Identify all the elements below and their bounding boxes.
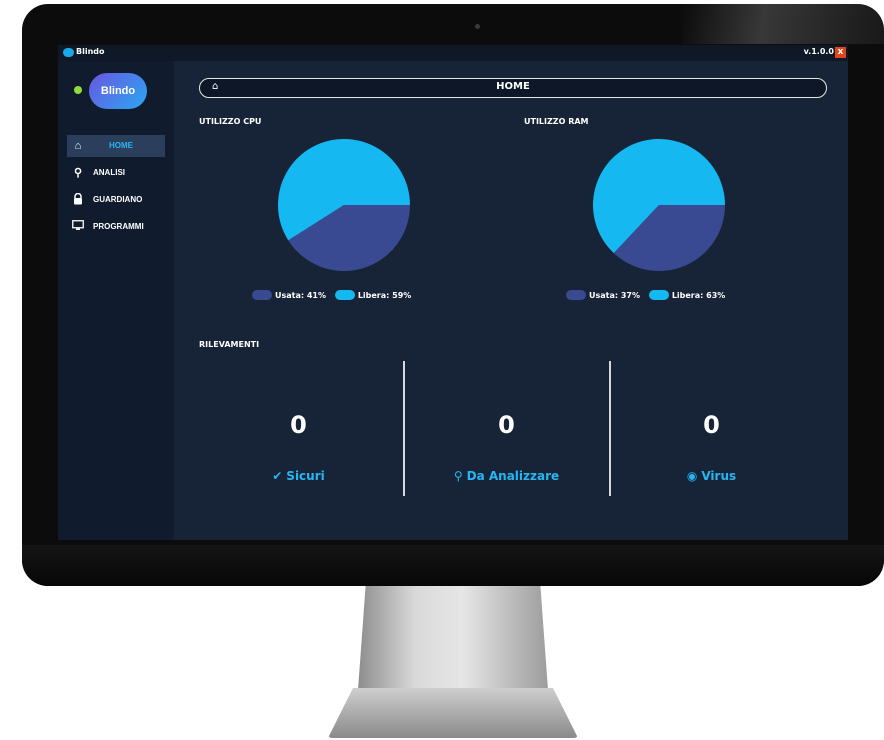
cpu-title: UTILIZZO CPU xyxy=(199,117,262,126)
page-header: ⌂ HOME xyxy=(199,78,827,98)
search-icon: ⚲ xyxy=(453,469,463,483)
screen-glare xyxy=(682,4,884,44)
app-icon xyxy=(63,48,74,57)
sidebar-item-analisi[interactable]: ⚲ ANALISI xyxy=(67,162,165,184)
ram-legend: Usata: 37% Libera: 63% xyxy=(566,290,731,300)
cpu-pie-chart xyxy=(278,139,410,271)
legend-used-swatch xyxy=(566,290,586,300)
ram-free-label: Libera: 63% xyxy=(671,290,726,300)
monitor-stand xyxy=(358,586,548,690)
pending-link[interactable]: ⚲ Da Analizzare xyxy=(409,469,604,483)
monitor-chin xyxy=(22,545,884,586)
monitor-icon xyxy=(71,220,85,234)
virus-link[interactable]: ◉ Virus xyxy=(614,469,809,483)
ram-title: UTILIZZO RAM xyxy=(524,117,589,126)
pending-count: 0 xyxy=(498,411,515,439)
window-title: Blindo xyxy=(76,47,105,56)
divider xyxy=(609,361,611,496)
detections-title: RILEVAMENTI xyxy=(199,340,260,349)
virus-count: 0 xyxy=(703,411,720,439)
page-title: HOME xyxy=(496,81,530,92)
legend-free-swatch xyxy=(334,290,355,300)
legend-free-swatch xyxy=(648,290,669,300)
shield-check-icon: ✔ xyxy=(272,469,283,483)
lock-icon xyxy=(71,192,85,207)
sidebar-item-label: PROGRAMMI xyxy=(93,222,144,231)
divider xyxy=(403,361,405,496)
legend-used-swatch xyxy=(252,290,272,300)
ram-pie-chart xyxy=(593,139,725,271)
safe-label: Sicuri xyxy=(286,469,325,483)
logo: Blindo xyxy=(89,73,147,109)
version-label: v.1.0.0 xyxy=(803,47,834,56)
virus-shield-icon: ◉ xyxy=(686,469,698,483)
app-window: Blindo v.1.0.0 x Blindo ⌂ HOME ⚲ ANALISI… xyxy=(58,45,848,540)
main-panel: ⌂ HOME UTILIZZO CPU UTILIZZO RAM Usata: … xyxy=(174,61,848,540)
safe-count: 0 xyxy=(290,411,307,439)
close-button[interactable]: x xyxy=(835,47,846,58)
monitor-base xyxy=(328,688,578,738)
sidebar-item-home[interactable]: ⌂ HOME xyxy=(67,135,165,157)
safe-link[interactable]: ✔ Sicuri xyxy=(201,469,396,483)
cpu-legend: Usata: 41% Libera: 59% xyxy=(252,290,417,300)
sidebar-item-guardiano[interactable]: GUARDIANO xyxy=(67,189,165,211)
status-indicator xyxy=(74,86,82,94)
sidebar: Blindo ⌂ HOME ⚲ ANALISI GUARDIANO PROGRA… xyxy=(58,61,174,540)
webcam xyxy=(475,24,480,29)
search-icon: ⚲ xyxy=(73,167,83,179)
sidebar-item-label: ANALISI xyxy=(93,168,125,177)
sidebar-item-programmi[interactable]: PROGRAMMI xyxy=(67,216,165,238)
cpu-used-label: Usata: 41% xyxy=(275,290,327,300)
cpu-free-label: Libera: 59% xyxy=(357,290,412,300)
ram-used-label: Usata: 37% xyxy=(589,290,641,300)
title-bar: Blindo v.1.0.0 x xyxy=(58,45,848,61)
sidebar-item-label: HOME xyxy=(109,141,133,150)
virus-label: Virus xyxy=(701,469,737,483)
sidebar-item-label: GUARDIANO xyxy=(93,195,143,204)
pending-label: Da Analizzare xyxy=(466,469,560,483)
home-icon: ⌂ xyxy=(74,140,82,152)
